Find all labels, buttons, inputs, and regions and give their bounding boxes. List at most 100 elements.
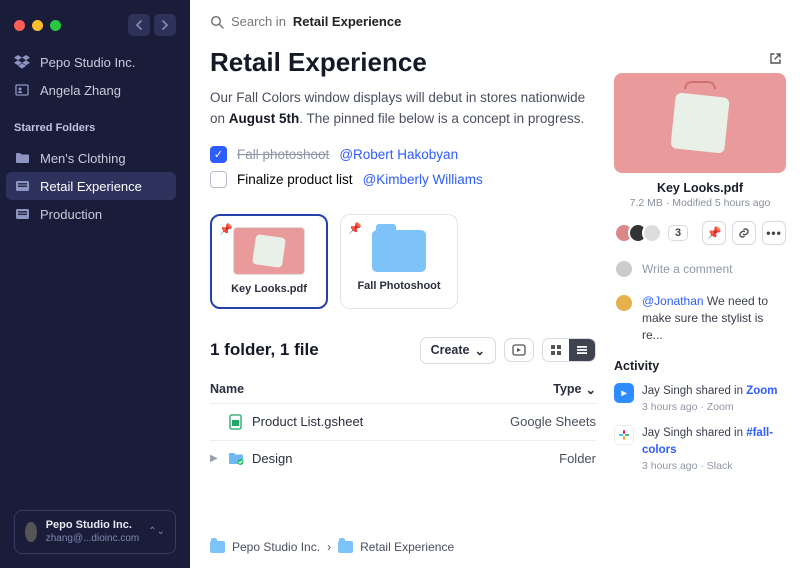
folder-icon <box>338 541 353 553</box>
mention[interactable]: @Kimberly Williams <box>363 172 483 187</box>
copy-link-button[interactable] <box>732 221 756 245</box>
chevron-down-icon: ⌄ <box>586 382 596 397</box>
file-name: Key Looks.pdf <box>614 181 786 195</box>
slack-icon <box>614 425 634 445</box>
activity-meta: 3 hours ago · Zoom <box>642 401 778 413</box>
org-name: Pepo Studio Inc. <box>40 55 135 70</box>
maximize-window-icon[interactable] <box>50 20 61 31</box>
list-view-button[interactable] <box>569 339 595 361</box>
task-item[interactable]: Finalize product list @Kimberly Williams <box>210 171 596 188</box>
pinned-card-file[interactable]: 📌 Key Looks.pdf <box>210 214 328 309</box>
sidebar-item-production[interactable]: Production <box>6 200 176 228</box>
user-name: Angela Zhang <box>40 83 121 98</box>
activity-item[interactable]: ▸ Jay Singh shared in Zoom 3 hours ago ·… <box>614 383 786 413</box>
card-label: Fall Photoshoot <box>357 280 440 292</box>
column-type[interactable]: Type ⌄ <box>486 382 596 397</box>
view-toggle <box>542 338 596 362</box>
row-type: Google Sheets <box>486 414 596 429</box>
folder-icon <box>14 150 30 166</box>
avatar <box>614 293 634 313</box>
gsheet-icon <box>228 414 252 430</box>
checkbox-icon[interactable] <box>210 171 227 188</box>
sidebar: Pepo Studio Inc. Angela Zhang Starred Fo… <box>0 0 190 568</box>
facepile[interactable] <box>614 223 662 243</box>
automation-button[interactable] <box>504 338 534 362</box>
table-row[interactable]: Product List.gsheet Google Sheets <box>210 403 596 440</box>
file-preview[interactable] <box>614 73 786 173</box>
details-panel: Key Looks.pdf 7.2 MB · Modified 5 hours … <box>614 47 786 554</box>
account-email: zhang@...dioinc.com <box>46 533 140 546</box>
account-name: Pepo Studio Inc. <box>46 519 140 533</box>
sidebar-item-label: Production <box>40 207 102 222</box>
file-thumbnail <box>233 227 305 275</box>
breadcrumb-root[interactable]: Pepo Studio Inc. <box>232 540 320 554</box>
pin-button[interactable]: 📌 <box>702 221 726 245</box>
comment-placeholder: Write a comment <box>642 262 732 276</box>
page-title: Retail Experience <box>210 47 596 78</box>
column-name[interactable]: Name <box>210 382 486 397</box>
org-selector[interactable]: Pepo Studio Inc. <box>14 54 176 70</box>
page-description: Our Fall Colors window displays will deb… <box>210 88 596 130</box>
search-icon <box>210 15 224 29</box>
avatar <box>614 259 634 279</box>
activity-heading: Activity <box>614 359 786 373</box>
share-count-badge[interactable]: 3 <box>668 225 688 241</box>
open-external-button[interactable] <box>764 47 786 69</box>
dropbox-icon <box>14 54 30 70</box>
account-switcher[interactable]: Pepo Studio Inc. zhang@...dioinc.com ⌃⌄ <box>14 510 176 554</box>
task-text: Fall photoshoot <box>237 147 329 162</box>
sidebar-item-mens-clothing[interactable]: Men's Clothing <box>6 144 176 172</box>
minimize-window-icon[interactable] <box>32 20 43 31</box>
sidebar-item-retail-experience[interactable]: Retail Experience <box>6 172 176 200</box>
comment[interactable]: @Jonathan We need to make sure the styli… <box>614 293 786 343</box>
row-type: Folder <box>486 451 596 466</box>
sidebar-item-label: Men's Clothing <box>40 151 126 166</box>
task-item[interactable]: ✓ Fall photoshoot @Robert Hakobyan <box>210 146 596 163</box>
grid-view-button[interactable] <box>543 339 569 361</box>
table-row[interactable]: ▶ Design Folder <box>210 440 596 476</box>
search-prefix: Search in <box>231 14 286 29</box>
close-window-icon[interactable] <box>14 20 25 31</box>
nav-back-button[interactable] <box>128 14 150 36</box>
avatar <box>25 522 37 542</box>
nav-forward-button[interactable] <box>154 14 176 36</box>
mention[interactable]: @Jonathan <box>642 294 704 308</box>
content: Retail Experience Our Fall Colors window… <box>210 47 596 554</box>
search-context: Retail Experience <box>293 14 401 29</box>
table-header: Name Type ⌄ <box>210 376 596 403</box>
share-row: 3 📌 ••• <box>614 221 786 245</box>
list-summary: 1 folder, 1 file <box>210 340 319 360</box>
sidebar-item-label: Retail Experience <box>40 179 142 194</box>
collection-icon <box>14 178 30 194</box>
pinned-card-folder[interactable]: 📌 Fall Photoshoot <box>340 214 458 309</box>
activity-link[interactable]: Zoom <box>746 385 777 397</box>
breadcrumb-current[interactable]: Retail Experience <box>360 540 454 554</box>
zoom-icon: ▸ <box>614 383 634 403</box>
folder-icon <box>210 541 225 553</box>
expand-icon[interactable]: ▶ <box>210 453 224 464</box>
checkbox-checked-icon[interactable]: ✓ <box>210 146 227 163</box>
folder-icon <box>228 452 252 465</box>
more-button[interactable]: ••• <box>762 221 786 245</box>
comment-input[interactable]: Write a comment <box>614 259 786 279</box>
avatar <box>642 223 662 243</box>
create-button[interactable]: Create ⌄ <box>420 337 496 364</box>
breadcrumb: Pepo Studio Inc. › Retail Experience <box>210 526 596 554</box>
row-name: Product List.gsheet <box>252 414 486 429</box>
pinned-cards: 📌 Key Looks.pdf 📌 Fall Photoshoot <box>210 214 596 309</box>
activity-meta: 3 hours ago · Slack <box>642 460 786 472</box>
task-list: ✓ Fall photoshoot @Robert Hakobyan Final… <box>210 146 596 196</box>
window-controls <box>14 14 176 36</box>
mention[interactable]: @Robert Hakobyan <box>339 147 458 162</box>
row-name: Design <box>252 451 486 466</box>
search-input[interactable]: Search in Retail Experience <box>210 14 786 29</box>
file-meta: 7.2 MB · Modified 5 hours ago <box>614 197 786 209</box>
person-icon <box>14 82 30 98</box>
folder-thumbnail <box>372 230 426 272</box>
user-home[interactable]: Angela Zhang <box>14 82 176 98</box>
collection-icon <box>14 206 30 222</box>
pin-icon: 📌 <box>219 223 233 236</box>
task-text: Finalize product list <box>237 172 353 187</box>
activity-item[interactable]: Jay Singh shared in #fall-colors 3 hours… <box>614 425 786 471</box>
pin-icon: 📌 <box>348 222 362 235</box>
